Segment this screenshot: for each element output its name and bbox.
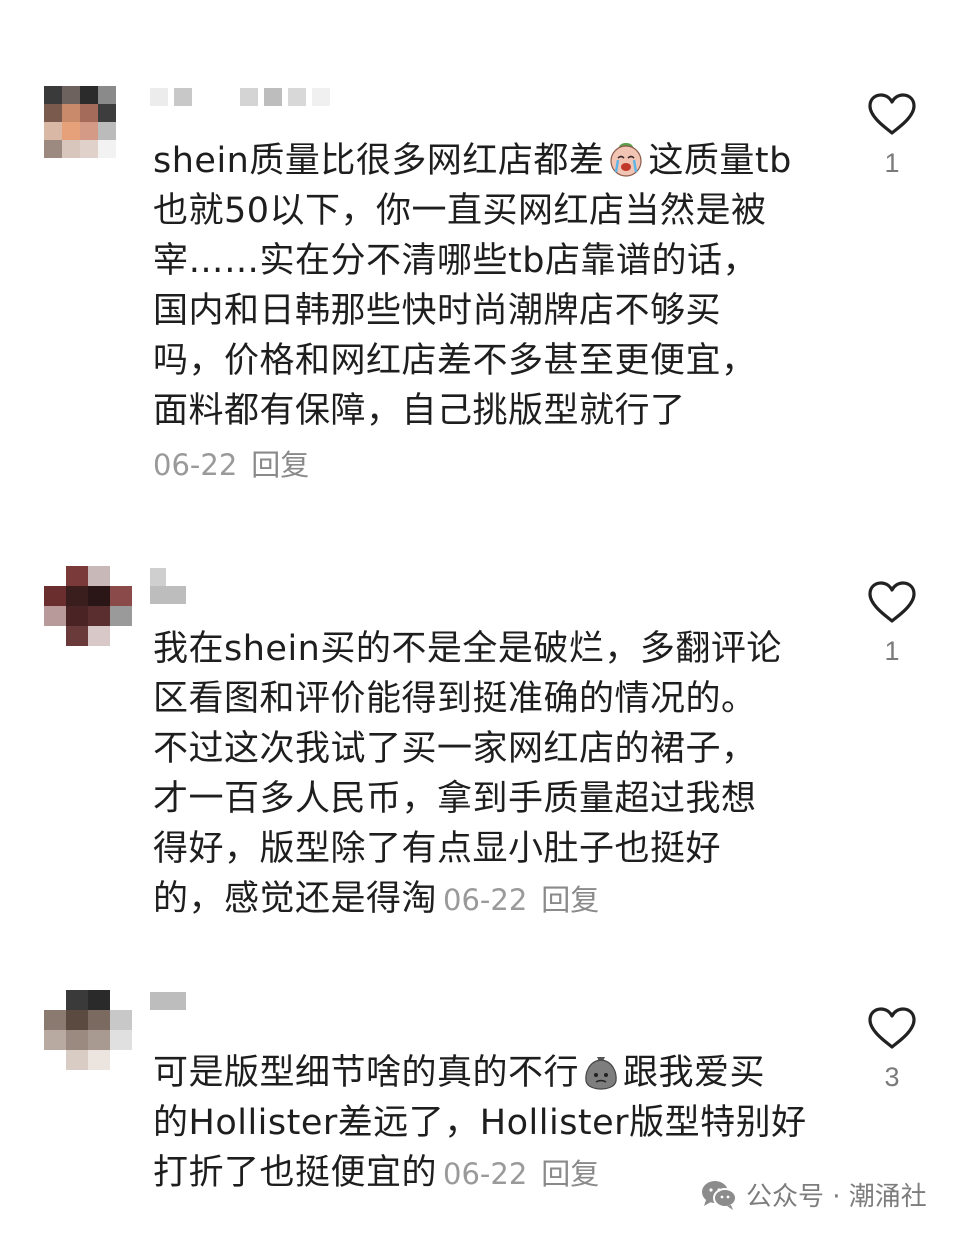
comment-line-text: 跟我爱买	[623, 1053, 766, 1093]
avatar[interactable]	[44, 990, 132, 1070]
crying-face-icon	[610, 143, 642, 177]
heart-icon	[868, 581, 916, 623]
comment-line: 国内和日韩那些快时尚潮牌店不够买	[153, 291, 722, 331]
comment-line-text: shein质量比很多网红店都差	[153, 141, 605, 181]
watermark-text: 公众号 · 潮涌社	[746, 1182, 927, 1212]
sack-face-icon	[585, 1057, 617, 1090]
comment-line: 也就50以下，你一直买网红店当然是被	[153, 191, 767, 231]
like-button[interactable]: 3	[866, 1006, 918, 1093]
comment-line: 吗，价格和网红店差不多甚至更便宜，	[153, 341, 757, 381]
wechat-icon	[702, 1180, 737, 1210]
comment-meta: 06-22 回复	[153, 440, 813, 490]
comment-line: 才一百多人民币，拿到手质量超过我想	[153, 779, 757, 819]
comment-line: 的，感觉还是得淘 06-22 回复	[153, 874, 813, 925]
comment-line: shein质量比很多网红店都差 这质量tb	[153, 136, 813, 186]
username-blurred[interactable]	[150, 88, 330, 106]
username-blurred[interactable]	[150, 992, 186, 1010]
comment-date: 06-22	[443, 1157, 528, 1191]
comment-text: shein质量比很多网红店都差 这质量tb 也就50以下，你一直买网红店当然是被…	[153, 136, 813, 490]
avatar[interactable]	[44, 566, 132, 646]
comment-line-text: 打折了也挺便宜的	[153, 1153, 438, 1193]
reply-button[interactable]: 回复	[541, 1157, 599, 1191]
comment-line: 宰……实在分不清哪些tb店靠谱的话，	[153, 241, 758, 281]
comment-line-text: 这质量tb	[648, 141, 792, 181]
reply-button[interactable]: 回复	[251, 448, 309, 482]
username-blurred[interactable]	[150, 568, 186, 604]
comment-date: 06-22	[443, 883, 528, 917]
comment-line: 得好，版型除了有点显小肚子也挺好	[153, 829, 722, 869]
comment-meta: 06-22 回复	[443, 883, 599, 917]
heart-icon	[868, 1007, 916, 1049]
comment-text: 我在shein买的不是全是破烂，多翻评论 区看图和评价能得到挺准确的情况的。 不…	[153, 624, 813, 925]
comment-line: 不过这次我试了买一家网红店的裙子，	[153, 729, 757, 769]
avatar[interactable]	[44, 86, 116, 158]
comment-line: 区看图和评价能得到挺准确的情况的。	[153, 679, 757, 719]
like-count: 3	[884, 1062, 900, 1092]
comment-line: 的Hollister差远了，Hollister版型特别好	[153, 1103, 807, 1143]
comment-line-text: 的，感觉还是得淘	[153, 879, 438, 919]
reply-button[interactable]: 回复	[541, 883, 599, 917]
like-count: 1	[884, 148, 900, 178]
heart-icon	[868, 93, 916, 135]
comment-line: 可是版型细节啥的真的不行 跟我爱买	[153, 1048, 813, 1098]
like-button[interactable]: 1	[866, 580, 918, 667]
comment-line-text: 可是版型细节啥的真的不行	[153, 1053, 580, 1093]
like-count: 1	[884, 636, 900, 666]
comment-date: 06-22	[153, 448, 238, 482]
comment-line: 面料都有保障，自己挑版型就行了	[153, 391, 686, 431]
watermark: 公众号 · 潮涌社	[700, 1176, 927, 1213]
comment-line: 我在shein买的不是全是破烂，多翻评论	[153, 629, 782, 669]
comment-meta: 06-22 回复	[443, 1157, 599, 1191]
like-button[interactable]: 1	[866, 92, 918, 179]
